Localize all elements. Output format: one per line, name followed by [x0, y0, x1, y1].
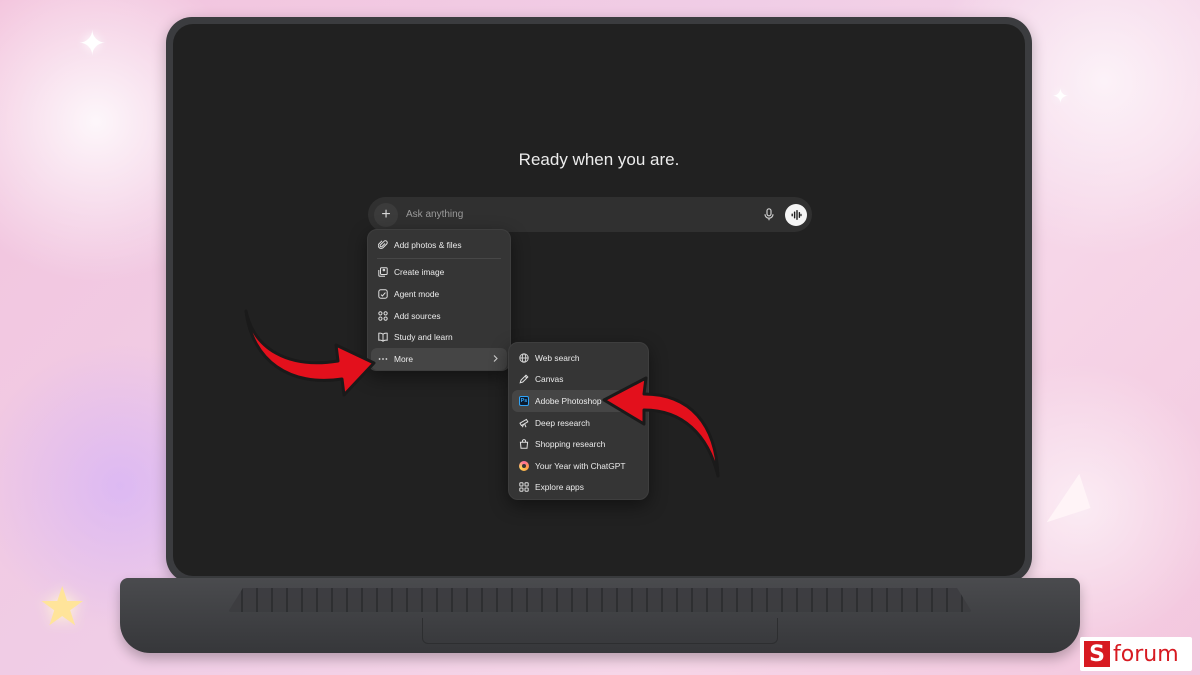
shopping-bag-icon — [518, 438, 530, 450]
red-arrow-to-more-icon — [244, 309, 376, 397]
menu-item-label: More — [394, 353, 414, 364]
laptop-base — [120, 578, 1080, 653]
prompt-bar: + — [368, 197, 812, 232]
laptop-screen: Ready when you are. + Add photos — [173, 24, 1025, 576]
globe-icon — [518, 352, 530, 364]
red-arrow-to-photoshop-icon — [602, 376, 720, 478]
menu-divider — [377, 257, 501, 259]
page-title: Ready when you are. — [518, 150, 680, 169]
menu-item-label: Add photos & files — [394, 239, 462, 250]
menu-item-label: Canvas — [535, 374, 564, 385]
menu-item-agent-mode[interactable]: Agent mode — [371, 283, 507, 305]
menu-item-label: Create image — [394, 267, 445, 278]
menu-item-label: Deep research — [535, 417, 590, 428]
menu-item-add-sources[interactable]: Add sources — [371, 305, 507, 327]
menu-item-label: Web search — [535, 352, 580, 363]
menu-item-label: Shopping research — [535, 439, 606, 450]
menu-item-label: Study and learn — [394, 332, 453, 343]
year-ring-icon-wrapper — [518, 460, 530, 472]
trackpad — [422, 618, 778, 644]
menu-item-label: Explore apps — [535, 482, 584, 493]
photoshop-icon-wrapper: Ps — [518, 395, 530, 407]
menu-item-study-and-learn[interactable]: Study and learn — [371, 326, 507, 348]
year-ring-icon — [519, 460, 529, 471]
plus-icon[interactable]: + — [374, 202, 398, 227]
menu-item-web-search[interactable]: Web search — [512, 347, 645, 369]
menu-item-add-photos-files[interactable]: Add photos & files — [371, 234, 507, 256]
prompt-input[interactable] — [398, 209, 759, 220]
mic-icon[interactable] — [759, 205, 779, 225]
sforum-logo: S forum — [1080, 637, 1192, 671]
menu-item-label: Add sources — [394, 310, 441, 321]
image-icon — [377, 266, 389, 278]
star-decoration-icon: ★ — [38, 577, 87, 637]
sforum-text: forum — [1113, 641, 1179, 667]
canvas-pen-icon — [518, 373, 530, 385]
paperclip-icon — [377, 239, 389, 251]
paper-plane-decoration-icon — [1035, 473, 1091, 523]
attach-menu: Add photos & files Create image Agent mo… — [367, 229, 511, 371]
chevron-right-icon — [493, 355, 498, 362]
menu-item-label: Agent mode — [394, 288, 440, 299]
apps-grid-icon — [518, 481, 530, 493]
sforum-badge: S — [1084, 641, 1110, 667]
menu-item-more[interactable]: More — [371, 347, 507, 370]
sparkle-icon: ✦ — [78, 25, 107, 63]
menu-item-create-image[interactable]: Create image — [371, 262, 507, 284]
keyboard — [228, 588, 972, 612]
agent-icon — [377, 288, 389, 300]
photoshop-icon: Ps — [519, 395, 529, 406]
menu-item-label: Adobe Photoshop — [535, 395, 602, 406]
telescope-icon — [518, 417, 530, 429]
sparkle-icon: ✦ — [1052, 86, 1069, 108]
voice-waveform-icon[interactable] — [785, 203, 807, 226]
